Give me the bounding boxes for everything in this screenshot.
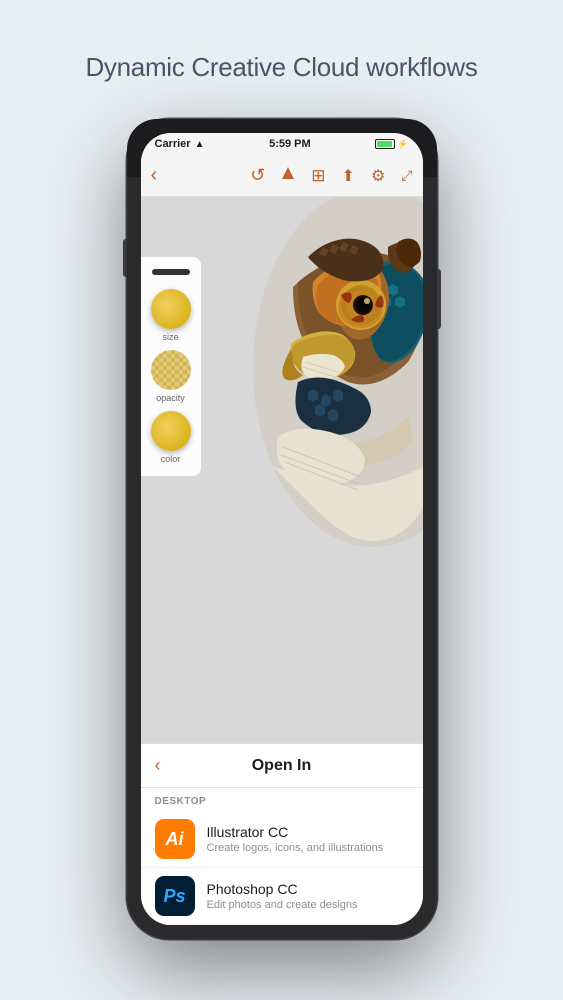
brush-button[interactable] [281, 166, 295, 185]
settings-button[interactable]: ⚙ [371, 166, 385, 186]
photoshop-app-info: Photoshop CC Edit photos and create desi… [207, 881, 358, 911]
illustrator-app-desc: Create logos, icons, and illustrations [207, 842, 384, 854]
phone-screen: Carrier ▲ 5:59 PM ⚡ ‹ ↺ [141, 133, 423, 925]
opacity-tool[interactable]: opacity [151, 350, 191, 403]
size-circle [151, 289, 191, 329]
color-tool[interactable]: color [151, 411, 191, 464]
open-in-sheet: ‹ Open In DESKTOP Ai Illustrator CC Crea… [141, 743, 423, 925]
status-time: 5:59 PM [269, 138, 311, 150]
desktop-section-label: DESKTOP [141, 788, 423, 811]
battery-fill [377, 141, 392, 147]
status-left: Carrier ▲ [155, 138, 205, 150]
back-button[interactable]: ‹ [151, 164, 158, 187]
toolbar-icons: ↺ ⊞ ⬆ ⚙ ⤢ [250, 165, 412, 186]
photoshop-app-desc: Edit photos and create designs [207, 899, 358, 911]
status-right: ⚡ [375, 139, 408, 150]
illustrator-app-icon: Ai [155, 819, 195, 859]
photoshop-app-item[interactable]: Ps Photoshop CC Edit photos and create d… [141, 868, 423, 925]
illustrator-app-name: Illustrator CC [207, 824, 384, 840]
tool-slider-bar [152, 269, 190, 275]
color-circle [151, 411, 191, 451]
carrier-label: Carrier [155, 138, 191, 150]
opacity-circle [151, 350, 191, 390]
page-title: Dynamic Creative Cloud workflows [85, 52, 477, 83]
illustrator-app-info: Illustrator CC Create logos, icons, and … [207, 824, 384, 854]
side-tools-panel: size opacity color [141, 257, 201, 476]
charging-icon: ⚡ [397, 139, 408, 150]
share-button[interactable]: ⬆ [342, 166, 355, 186]
status-bar: Carrier ▲ 5:59 PM ⚡ [141, 133, 423, 155]
color-label: color [161, 454, 181, 464]
size-label: size [162, 332, 178, 342]
photoshop-app-name: Photoshop CC [207, 881, 358, 897]
toolbar-left: ‹ [151, 164, 158, 187]
expand-button[interactable]: ⤢ [401, 167, 412, 184]
open-in-back-button[interactable]: ‹ [155, 755, 161, 776]
canvas-area[interactable]: size opacity color [141, 197, 423, 743]
eagle-illustration [213, 197, 423, 547]
layers-button[interactable]: ⊞ [311, 166, 325, 186]
illustrator-app-item[interactable]: Ai Illustrator CC Create logos, icons, a… [141, 811, 423, 868]
size-tool[interactable]: size [151, 289, 191, 342]
battery-body [375, 139, 395, 149]
opacity-label: opacity [156, 393, 185, 403]
open-in-header: ‹ Open In [141, 744, 423, 788]
phone-shell: Carrier ▲ 5:59 PM ⚡ ‹ ↺ [127, 119, 437, 939]
undo-button[interactable]: ↺ [250, 165, 265, 186]
photoshop-app-icon: Ps [155, 876, 195, 916]
wifi-icon: ▲ [195, 139, 205, 150]
open-in-title: Open In [252, 757, 312, 775]
battery-container: ⚡ [375, 139, 408, 150]
toolbar: ‹ ↺ ⊞ ⬆ ⚙ ⤢ [141, 155, 423, 197]
